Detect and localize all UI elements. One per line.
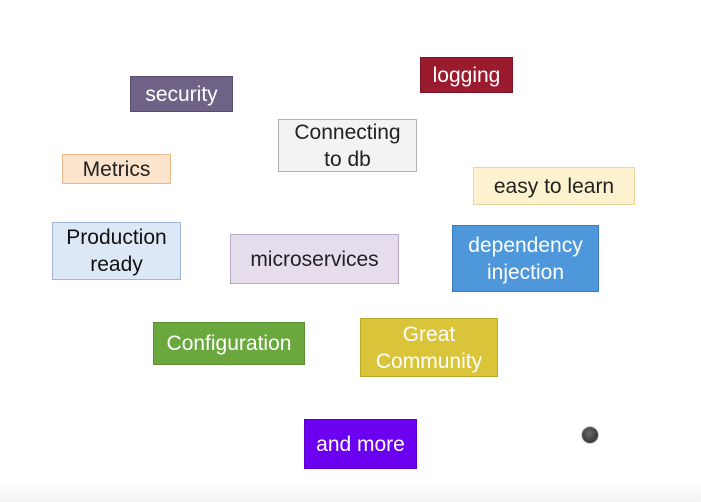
tag-connecting-line1: Connecting bbox=[294, 120, 401, 144]
tag-security-label: security bbox=[145, 82, 218, 106]
tag-connecting-to-db: Connecting to db bbox=[278, 119, 417, 172]
tag-community-line2: Community bbox=[375, 349, 483, 373]
slide-canvas: security logging Connecting to db Metric… bbox=[0, 0, 701, 502]
tag-production-ready: Production ready bbox=[52, 222, 181, 280]
tag-logging: logging bbox=[420, 57, 513, 93]
tag-dependency-line2: injection bbox=[486, 260, 565, 284]
tag-dependency-line1: dependency bbox=[468, 233, 583, 257]
tag-dependency-injection: dependency injection bbox=[452, 225, 599, 292]
tag-metrics: Metrics bbox=[62, 154, 171, 184]
mouse-pointer-icon bbox=[582, 427, 598, 443]
tag-security: security bbox=[130, 76, 233, 112]
bottom-band bbox=[0, 480, 701, 502]
tag-production-line1: Production bbox=[66, 226, 167, 249]
tag-microservices: microservices bbox=[230, 234, 399, 284]
tag-great-community: Great Community bbox=[360, 318, 498, 377]
tag-production-line2: ready bbox=[90, 253, 143, 276]
tag-metrics-label: Metrics bbox=[82, 157, 151, 181]
tag-more-label: and more bbox=[316, 432, 405, 456]
tag-connecting-line2: to db bbox=[324, 147, 371, 171]
tag-configuration: Configuration bbox=[153, 322, 305, 365]
tag-community-line1: Great bbox=[402, 322, 456, 346]
tag-logging-label: logging bbox=[432, 63, 501, 87]
tag-and-more: and more bbox=[304, 419, 417, 469]
tag-easy-to-learn: easy to learn bbox=[473, 167, 635, 205]
tag-microservices-label: microservices bbox=[250, 247, 379, 271]
tag-easy-label: easy to learn bbox=[493, 174, 615, 198]
tag-configuration-label: Configuration bbox=[166, 332, 292, 355]
